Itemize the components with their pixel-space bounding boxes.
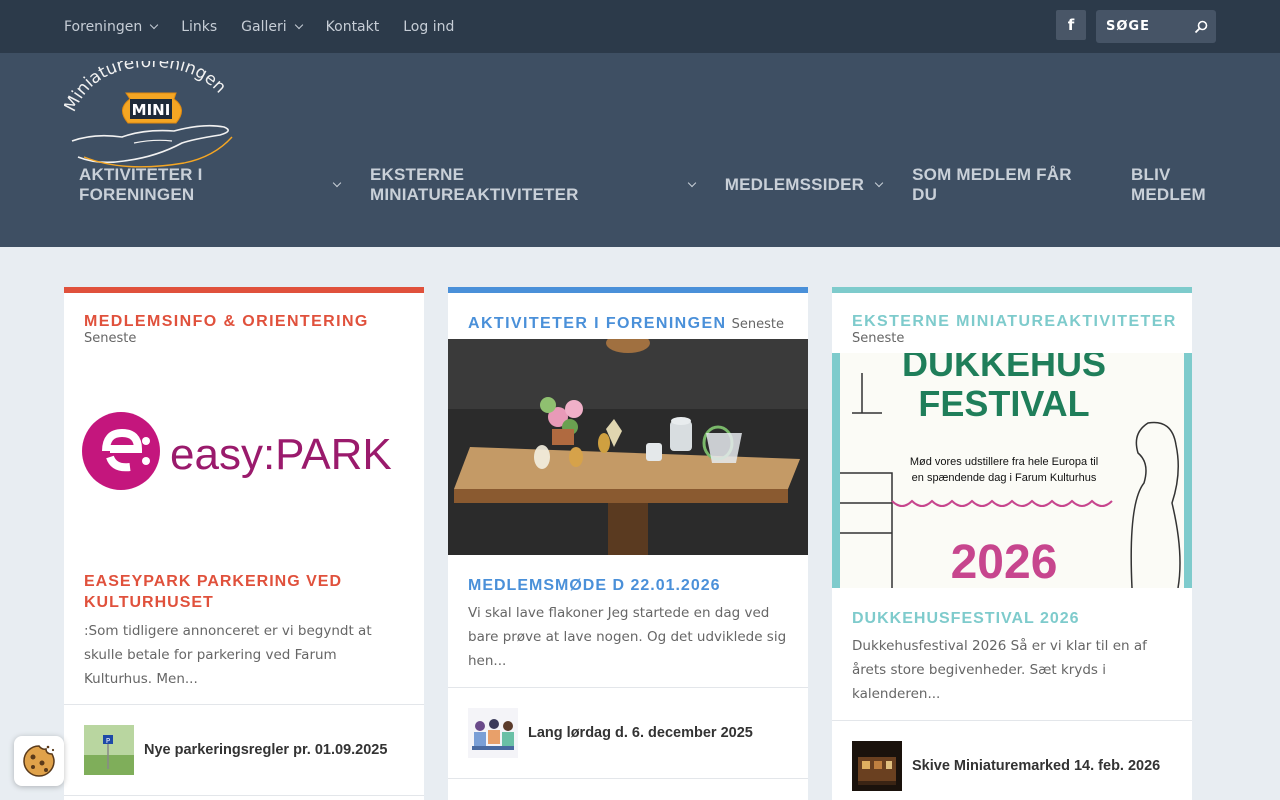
chevron-down-icon (149, 20, 159, 29)
category-title[interactable]: EKSTERNE MINIATUREAKTIVITETER (852, 313, 1182, 331)
divider (64, 795, 424, 796)
category-column-medlemsinfo: MEDLEMSINFO & ORIENTERING Seneste easy:P… (64, 287, 424, 800)
divider (832, 720, 1192, 721)
cookie-icon (23, 745, 55, 777)
topnav-item-galleri[interactable]: Galleri (241, 18, 303, 35)
post-title[interactable]: EASEYPARK PARKERING VED KULTURHUSET (84, 571, 404, 613)
list-item-title[interactable]: Lang lørdag d. 6. december 2025 (528, 725, 753, 741)
topnav-label: Galleri (241, 18, 287, 35)
list-item-title[interactable]: Nye parkeringsregler pr. 01.09.2025 (144, 742, 387, 758)
divider (64, 704, 424, 705)
logo-badge-text: MINI (132, 101, 171, 119)
post-excerpt: Dukkehusfestival 2026 Så er vi klar til … (852, 638, 1147, 702)
topnav-label: Foreningen (64, 18, 143, 35)
mainnav-label: BLIV MEDLEM (1131, 165, 1206, 204)
post-title[interactable]: MEDLEMSMØDE D 22.01.2026 (468, 575, 788, 596)
topnav-item-log-ind[interactable]: Log ind (403, 19, 454, 35)
category-column-eksterne: EKSTERNE MINIATUREAKTIVITETER Seneste DU… (832, 287, 1192, 800)
category-subtitle: Seneste (731, 317, 784, 332)
post-thumbnail[interactable] (468, 708, 518, 758)
category-subtitle: Seneste (852, 331, 905, 346)
mainnav-item-som-medlem[interactable]: SOM MEDLEM FÅR DU (912, 165, 1101, 205)
category-subtitle: Seneste (84, 331, 137, 346)
divider (448, 687, 808, 688)
poster-text-1: Mød vores udstillere fra hele Europa til (910, 456, 1098, 468)
mainnav-label: SOM MEDLEM FÅR DU (912, 165, 1072, 204)
site-logo[interactable]: Miniatureforeningen MINI (64, 61, 240, 173)
topnav-label: Kontakt (325, 18, 380, 35)
list-item[interactable]: P Nye parkeringsregler pr. 01.09.2025 (84, 725, 387, 775)
topnav-item-foreningen[interactable]: Foreningen (64, 18, 159, 35)
topnav-label: Log ind (403, 18, 455, 35)
poster-title-1: DUKKEHUS (902, 353, 1106, 384)
post-title[interactable]: DUKKEHUSFESTIVAL 2026 (852, 608, 1172, 629)
poster-year: 2026 (951, 536, 1058, 588)
mainnav-item-bliv-medlem[interactable]: BLIV MEDLEM (1131, 165, 1250, 205)
facebook-icon[interactable]: f (1056, 10, 1086, 40)
divider (448, 778, 808, 779)
easypark-logo-text: easy:PARK (170, 430, 392, 479)
top-bar: Foreningen Links Galleri Kontakt Log ind… (0, 0, 1280, 53)
category-title[interactable]: MEDLEMSINFO & ORIENTERING (84, 313, 414, 331)
mainnav-item-eksterne[interactable]: EKSTERNE MINIATUREAKTIVITETER (370, 165, 697, 205)
column-header: MEDLEMSINFO & ORIENTERING Seneste (84, 313, 414, 346)
poster-text-2: en spændende dag i Farum Kulturhus (912, 472, 1097, 484)
post-excerpt: Vi skal lave flakoner Jeg startede en da… (468, 605, 787, 669)
category-title[interactable]: AKTIVITETER I FORENINGEN (468, 315, 727, 332)
topnav-item-links[interactable]: Links (181, 19, 217, 35)
mainnav-label: EKSTERNE MINIATUREAKTIVITETER (370, 165, 579, 204)
top-nav: Foreningen Links Galleri Kontakt Log ind (64, 0, 478, 53)
list-item-title[interactable]: Skive Miniaturemarked 14. feb. 2026 (912, 758, 1160, 774)
featured-image[interactable]: DUKKEHUS FESTIVAL Mød vores udstillere f… (832, 353, 1192, 588)
mainnav-label: MEDLEMSSIDER (724, 175, 865, 194)
search-box (1096, 10, 1216, 43)
poster-title-2: FESTIVAL (918, 383, 1089, 424)
mainnav-item-medlemssider[interactable]: MEDLEMSSIDER (724, 175, 884, 195)
featured-image[interactable]: easy:PARK (64, 405, 424, 505)
svg-text:P: P (106, 737, 110, 745)
topnav-label: Links (181, 18, 218, 35)
main-nav: AKTIVITETER I FORENINGEN EKSTERNE MINIAT… (79, 165, 1280, 204)
site-header: Miniatureforeningen MINI AKTIVITETER I F… (0, 53, 1280, 247)
list-item[interactable]: Skive Miniaturemarked 14. feb. 2026 (852, 741, 1160, 791)
mainnav-item-aktiviteter[interactable]: AKTIVITETER I FORENINGEN (79, 165, 342, 205)
mainnav-label: AKTIVITETER I FORENINGEN (79, 165, 203, 204)
chevron-down-icon (874, 178, 884, 188)
list-item[interactable]: Lang lørdag d. 6. december 2025 (468, 708, 753, 758)
post-thumbnail[interactable]: P (84, 725, 134, 775)
chevron-down-icon (294, 20, 303, 29)
chevron-down-icon (332, 178, 342, 188)
category-column-aktiviteter: AKTIVITETER I FORENINGEN Seneste MEDLEMS… (448, 287, 808, 800)
featured-image[interactable] (448, 339, 808, 555)
topnav-item-kontakt[interactable]: Kontakt (326, 19, 380, 35)
search-icon[interactable] (1193, 19, 1209, 35)
post-excerpt: :Som tidligere annonceret er vi begyndt … (84, 623, 372, 687)
chevron-down-icon (687, 178, 697, 188)
post-thumbnail[interactable] (852, 741, 902, 791)
cookie-consent-button[interactable] (14, 736, 64, 786)
column-header: EKSTERNE MINIATUREAKTIVITETER Seneste (852, 313, 1182, 346)
column-header: AKTIVITETER I FORENINGEN Seneste (468, 313, 798, 333)
